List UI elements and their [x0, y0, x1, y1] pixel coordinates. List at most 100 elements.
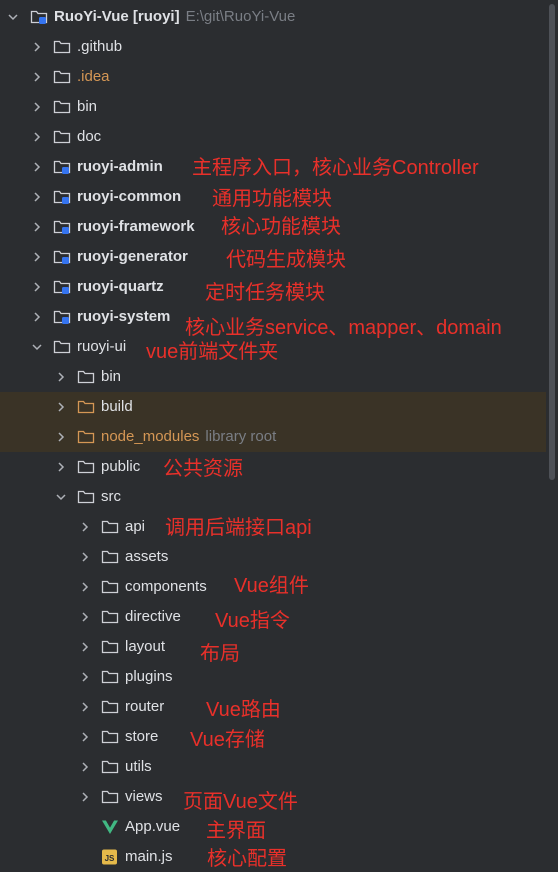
folder-icon: [53, 69, 71, 85]
chevron-right-icon[interactable]: [30, 130, 44, 144]
library-root-hint: library root: [205, 428, 277, 445]
chevron-right-icon[interactable]: [78, 610, 92, 624]
chevron-right-icon[interactable]: [78, 700, 92, 714]
annotation-api: 调用后端接口api: [165, 517, 312, 539]
tree-row-node-modules[interactable]: node_modules library root: [0, 422, 546, 452]
chevron-right-icon[interactable]: [54, 400, 68, 414]
tree-label: build: [101, 398, 133, 415]
tree-row-src[interactable]: src: [0, 482, 546, 512]
tree-label: router: [125, 698, 165, 715]
chevron-right-icon[interactable]: [30, 190, 44, 204]
tree-row-build[interactable]: build: [0, 392, 546, 422]
tree-label: directive: [125, 608, 181, 625]
chevron-down-icon[interactable]: [54, 490, 68, 504]
tree-row-plugins[interactable]: plugins: [0, 662, 546, 692]
folder-icon: [53, 99, 71, 115]
tree-row-github[interactable]: .github: [0, 32, 546, 62]
vertical-scrollbar[interactable]: [546, 0, 558, 868]
chevron-right-icon[interactable]: [78, 520, 92, 534]
folder-icon: [101, 549, 119, 565]
folder-icon: [53, 39, 71, 55]
annotation-directive: Vue指令: [215, 610, 290, 632]
tree-row-bin[interactable]: bin: [0, 92, 546, 122]
tree-label: ruoyi-admin: [77, 158, 163, 175]
annotation-components: Vue组件: [234, 575, 309, 597]
tree-row-public[interactable]: public: [0, 452, 546, 482]
tree-label: bin: [101, 368, 122, 385]
svg-text:JS: JS: [105, 854, 115, 863]
chevron-right-icon[interactable]: [30, 100, 44, 114]
chevron-right-icon[interactable]: [54, 460, 68, 474]
folder-icon: [53, 339, 71, 355]
chevron-right-icon[interactable]: [54, 430, 68, 444]
tree-row-utils[interactable]: utils: [0, 752, 546, 782]
annotation-framework: 核心功能模块: [221, 216, 341, 238]
module-folder-icon: [53, 279, 71, 295]
chevron-right-icon[interactable]: [30, 310, 44, 324]
tree-label: ruoyi-quartz: [77, 278, 164, 295]
chevron-right-icon[interactable]: [30, 220, 44, 234]
folder-icon: [101, 789, 119, 805]
chevron-right-icon[interactable]: [30, 280, 44, 294]
tree-label: components: [125, 578, 207, 595]
tree-label: App.vue: [125, 818, 181, 835]
folder-icon: [53, 129, 71, 145]
tree-label: api: [125, 518, 146, 535]
root-path: E:\git\RuoYi-Vue: [185, 8, 296, 25]
tree-label: ruoyi-generator: [77, 248, 188, 265]
annotation-admin: 主程序入口，核心业务Controller: [192, 157, 479, 179]
annotation-layout: 布局: [200, 643, 240, 665]
annotation-app: 主界面: [206, 820, 266, 842]
root-label: RuoYi-Vue [ruoyi] E:\git\RuoYi-Vue: [54, 8, 296, 25]
chevron-right-icon[interactable]: [54, 370, 68, 384]
chevron-right-icon[interactable]: [78, 760, 92, 774]
tree-label: layout: [125, 638, 166, 655]
annotation-views: 页面Vue文件: [183, 791, 298, 813]
module-folder-icon: [53, 159, 71, 175]
project-tree: RuoYi-Vue [ruoyi] E:\git\RuoYi-Vue .githu…: [0, 0, 558, 868]
tree-label: ruoyi-ui: [77, 338, 127, 355]
annotation-generator: 代码生成模块: [226, 249, 346, 271]
chevron-right-icon[interactable]: [78, 580, 92, 594]
chevron-right-icon[interactable]: [30, 40, 44, 54]
tree-label: src: [101, 488, 121, 505]
chevron-right-icon[interactable]: [78, 640, 92, 654]
chevron-right-icon[interactable]: [78, 790, 92, 804]
tree-row-ui-bin[interactable]: bin: [0, 362, 546, 392]
tree-label: assets: [125, 548, 169, 565]
folder-icon: [101, 759, 119, 775]
tree-label: views: [125, 788, 163, 805]
vue-file-icon: [101, 819, 119, 835]
chevron-right-icon[interactable]: [30, 250, 44, 264]
tree-row-assets[interactable]: assets: [0, 542, 546, 572]
chevron-right-icon[interactable]: [78, 550, 92, 564]
tree-row-idea[interactable]: .idea: [0, 62, 546, 92]
excluded-folder-icon: [77, 399, 95, 415]
annotation-common: 通用功能模块: [212, 188, 332, 210]
chevron-right-icon[interactable]: [78, 670, 92, 684]
chevron-right-icon[interactable]: [30, 70, 44, 84]
tree-row-root[interactable]: RuoYi-Vue [ruoyi] E:\git\RuoYi-Vue: [0, 2, 546, 32]
folder-icon: [101, 579, 119, 595]
tree-label: store: [125, 728, 159, 745]
tree-row-layout[interactable]: layout: [0, 632, 546, 662]
chevron-right-icon[interactable]: [78, 730, 92, 744]
annotation-system: 核心业务service、mapper、domain: [185, 317, 502, 339]
tree-label: ruoyi-system: [77, 308, 171, 325]
module-folder-icon: [53, 309, 71, 325]
module-folder-icon: [30, 9, 48, 25]
chevron-down-icon[interactable]: [6, 10, 20, 24]
tree-row-store[interactable]: store: [0, 722, 546, 752]
annotation-ui: vue前端文件夹: [146, 341, 279, 363]
chevron-down-icon[interactable]: [30, 340, 44, 354]
tree-label: plugins: [125, 668, 173, 685]
scrollbar-thumb[interactable]: [549, 4, 555, 480]
tree-row-doc[interactable]: doc: [0, 122, 546, 152]
tree-label: .github: [77, 38, 123, 55]
chevron-right-icon[interactable]: [30, 160, 44, 174]
tree-label: ruoyi-common: [77, 188, 182, 205]
tree-row-app-vue[interactable]: App.vue: [0, 812, 546, 842]
tree-label: ruoyi-framework: [77, 218, 195, 235]
module-folder-icon: [53, 249, 71, 265]
annotation-store: Vue存储: [190, 729, 265, 751]
